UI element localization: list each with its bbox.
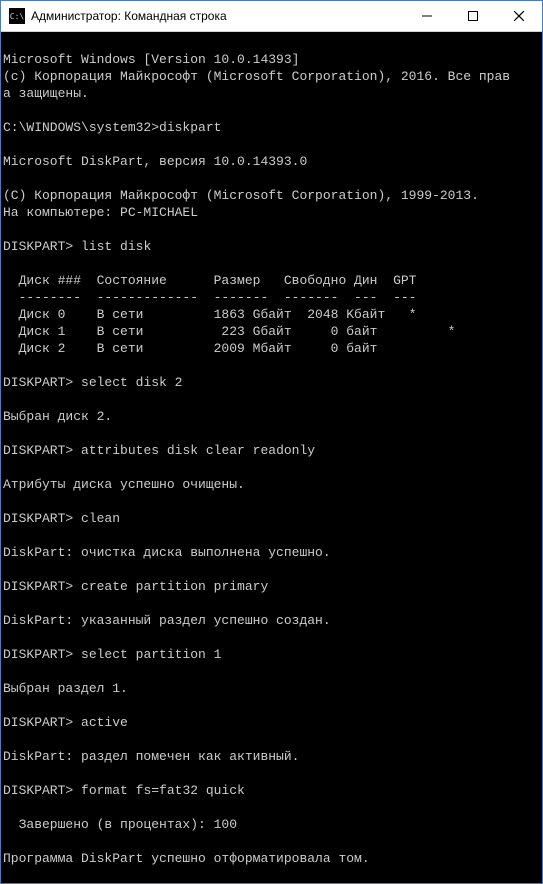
output-line: Выбран диск 2. [3,409,112,424]
minimize-icon [422,11,432,21]
output-line: Выбран раздел 1. [3,681,128,696]
terminal-output[interactable]: Microsoft Windows [Version 10.0.14393] (… [1,32,542,883]
header-line: а защищены. [3,86,89,101]
window-title: Администратор: Командная строка [31,9,227,23]
output-line: DiskPart: указанный раздел успешно созда… [3,613,331,628]
close-icon [514,11,524,21]
maximize-button[interactable] [450,1,496,31]
titlebar[interactable]: C:\ Администратор: Командная строка [1,1,542,32]
prompt-line: C:\WINDOWS\system32>diskpart [3,120,221,135]
diskpart-prompt: DISKPART> create partition primary [3,579,268,594]
diskpart-prompt: DISKPART> attributes disk clear readonly [3,443,315,458]
cmd-app-icon: C:\ [9,8,25,24]
table-header: Диск ### Состояние Размер Свободно Дин G… [3,273,416,288]
output-line: DiskPart: раздел помечен как активный. [3,749,299,764]
diskpart-prompt: DISKPART> select disk 2 [3,375,182,390]
table-divider: -------- ------------- ------- ------- -… [3,290,416,305]
output-line: Программа DiskPart успешно отформатирова… [3,851,370,866]
computer-line: На компьютере: PC-MICHAEL [3,205,198,220]
diskpart-prompt: DISKPART> clean [3,511,120,526]
close-button[interactable] [496,1,542,31]
diskpart-prompt: DISKPART> list disk [3,239,151,254]
diskpart-prompt: DISKPART> format fs=fat32 quick [3,783,245,798]
minimize-button[interactable] [404,1,450,31]
copyright-line: (C) Корпорация Майкрософт (Microsoft Cor… [3,188,479,203]
command-prompt-window: C:\ Администратор: Командная строка Micr… [0,0,543,884]
diskpart-prompt: DISKPART> active [3,715,128,730]
maximize-icon [468,11,478,21]
output-line: DiskPart: очистка диска выполнена успешн… [3,545,331,560]
table-row: Диск 0 В сети 1863 Gбайт 2048 Kбайт * [3,307,416,322]
diskpart-prompt: DISKPART> select partition 1 [3,647,221,662]
header-line: Microsoft Windows [Version 10.0.14393] [3,52,299,67]
output-line: Завершено (в процентах): 100 [3,817,237,832]
header-line: (c) Корпорация Майкрософт (Microsoft Cor… [3,69,510,84]
table-row: Диск 1 В сети 223 Gбайт 0 байт * [3,324,455,339]
diskpart-version: Microsoft DiskPart, версия 10.0.14393.0 [3,154,307,169]
output-line: Атрибуты диска успешно очищены. [3,477,245,492]
table-row: Диск 2 В сети 2009 Mбайт 0 байт [3,341,377,356]
